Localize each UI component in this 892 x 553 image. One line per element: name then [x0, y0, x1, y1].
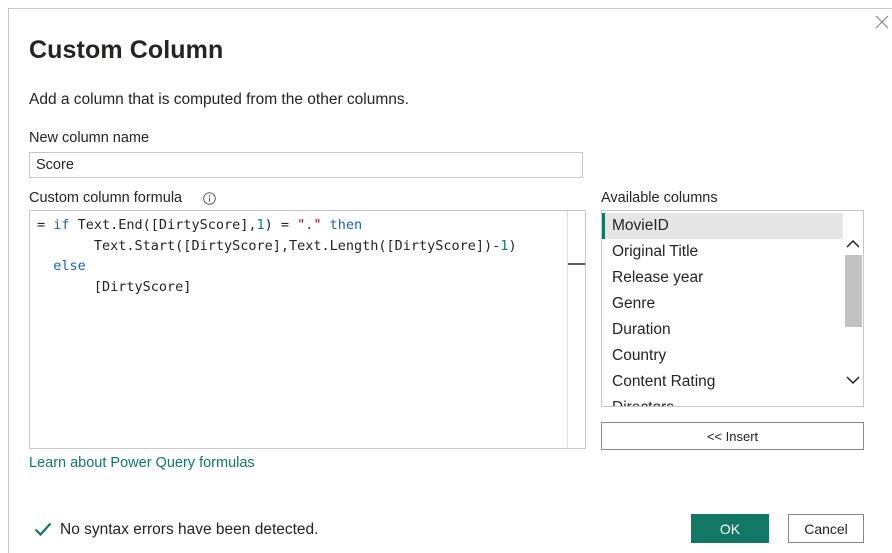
formula-line1-part1: Text.End([DirtyScore], [69, 217, 257, 233]
formula-indent [37, 279, 94, 295]
syntax-status-text: No syntax errors have been detected. [60, 521, 319, 538]
cancel-button[interactable]: Cancel [788, 514, 864, 543]
keyword-then: then [329, 217, 363, 233]
keyword-else: else [53, 258, 86, 274]
formula-editor[interactable]: = if Text.End([DirtyScore],1) = "." then… [29, 210, 586, 449]
column-item-duration[interactable]: Duration [602, 317, 844, 343]
available-columns-label: Available columns [601, 190, 718, 206]
editor-scrollbar[interactable] [567, 211, 585, 448]
ok-button[interactable]: OK [691, 514, 769, 543]
new-column-name-label: New column name [29, 130, 150, 146]
close-icon[interactable] [874, 14, 890, 30]
new-column-name-input[interactable] [29, 152, 583, 178]
editor-overview-marker [568, 263, 585, 265]
dialog-description: Add a column that is computed from the o… [29, 91, 409, 108]
chevron-down-icon[interactable] [846, 372, 860, 385]
column-item-movieid[interactable]: MovieID [602, 213, 844, 239]
scrollbar-thumb[interactable] [845, 255, 862, 327]
column-item-release-year[interactable]: Release year [602, 265, 844, 291]
info-icon[interactable] [203, 192, 216, 205]
formula-line2-part2: ) [508, 237, 517, 254]
column-item-genre[interactable]: Genre [602, 291, 844, 317]
formula-line4-part1: [DirtyScore] [93, 278, 192, 295]
formula-indent [37, 258, 53, 274]
formula-line2-part1: Text.Start([DirtyScore],Text.Length([Dir… [93, 237, 501, 254]
columns-scrollbar[interactable] [843, 211, 863, 406]
formula-prefix: = [37, 217, 54, 233]
column-item-directors[interactable]: Directors [602, 395, 844, 406]
dialog-title: Custom Column [29, 36, 224, 64]
column-item-country[interactable]: Country [602, 343, 844, 369]
checkmark-icon [34, 521, 52, 537]
available-columns-list[interactable]: MovieID Original Title Release year Genr… [601, 210, 864, 407]
chevron-up-icon[interactable] [846, 236, 860, 248]
learn-power-query-link[interactable]: Learn about Power Query formulas [29, 455, 255, 471]
column-item-original-title[interactable]: Original Title [602, 239, 844, 265]
custom-formula-label: Custom column formula [29, 190, 183, 206]
column-item-content-rating[interactable]: Content Rating [602, 369, 844, 395]
formula-line1-part2: ) = [264, 217, 298, 233]
formula-space [322, 217, 330, 233]
formula-indent [37, 238, 94, 254]
formula-string: "." [297, 217, 322, 233]
keyword-if: if [53, 217, 70, 233]
insert-button[interactable]: << Insert [601, 422, 864, 450]
formula-code[interactable]: = if Text.End([DirtyScore],1) = "." then… [37, 215, 517, 297]
formula-number: 1 [256, 217, 265, 233]
